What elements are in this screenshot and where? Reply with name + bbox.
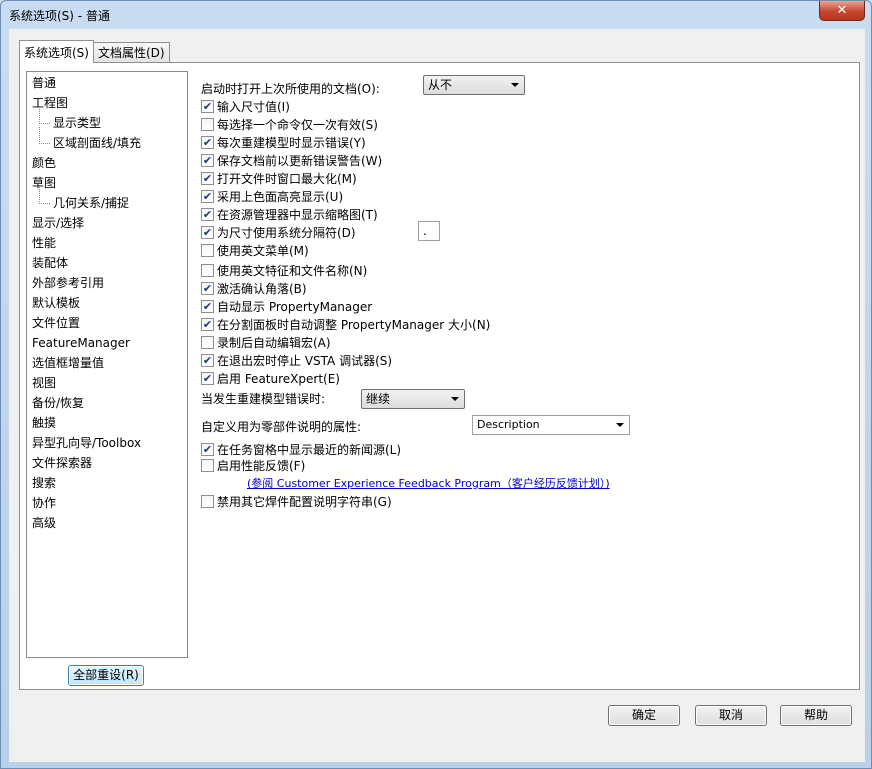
tree-item-display-selection[interactable]: 显示/选择	[27, 213, 187, 233]
checkbox[interactable]	[201, 263, 214, 277]
option-input-dimension[interactable]: ✔ 输入尺寸值(I)	[201, 97, 290, 115]
option-system-separator[interactable]: ✔ 为尺寸使用系统分隔符(D)	[201, 223, 356, 241]
checkbox[interactable]	[201, 458, 214, 472]
option-auto-show-propertymanager[interactable]: ✔ 自动显示 PropertyManager	[201, 297, 372, 315]
tree-item-spin-box-increments[interactable]: 选值框增量值	[27, 353, 187, 373]
help-button[interactable]: 帮助	[780, 705, 852, 726]
feedback-program-link-row[interactable]: (参阅 Customer Experience Feedback Program…	[247, 474, 610, 492]
checkbox-checked[interactable]: ✔	[201, 99, 214, 113]
tree-item-drawings[interactable]: 工程图	[27, 93, 187, 113]
tree-item-advanced[interactable]: 高级	[27, 513, 187, 533]
option-maximize-on-open[interactable]: ✔ 打开文件时窗口最大化(M)	[201, 169, 357, 187]
tree-item-display-style[interactable]: 显示类型	[27, 107, 187, 133]
close-button[interactable]: ✕	[819, 1, 865, 21]
dialog-client: 系统选项(S) 文档属性(D) 普通 工程图 显示类型 区域剖面线/填充 颜色 …	[9, 29, 865, 762]
tree-item-touch[interactable]: 触摸	[27, 413, 187, 433]
checkbox-checked[interactable]: ✔	[201, 371, 214, 385]
checkbox-checked[interactable]: ✔	[201, 135, 214, 149]
tree-item-general[interactable]: 普通	[27, 73, 187, 93]
tree-item-external-references[interactable]: 外部参考引用	[27, 273, 187, 293]
option-english-menus[interactable]: 使用英文菜单(M)	[201, 241, 309, 259]
separator-input[interactable]: .	[418, 221, 440, 241]
option-performance-feedback[interactable]: 启用性能反馈(F)	[201, 456, 305, 474]
checkbox-checked[interactable]: ✔	[201, 299, 214, 313]
ok-button[interactable]: 确定	[608, 705, 680, 726]
tree-item-relations-snaps[interactable]: 几何关系/捕捉	[27, 187, 187, 213]
tab-strip: 系统选项(S) 文档属性(D)	[19, 40, 170, 63]
checkbox[interactable]	[201, 335, 214, 349]
custom-property-select[interactable]: Description	[472, 415, 630, 435]
tree-item-sketch[interactable]: 草图	[27, 173, 187, 193]
checkbox[interactable]	[201, 243, 214, 257]
checkbox-checked[interactable]: ✔	[201, 171, 214, 185]
tab-panel: 普通 工程图 显示类型 区域剖面线/填充 颜色 草图 几何关系/捕捉 显示/选择…	[19, 62, 860, 690]
checkbox[interactable]	[201, 117, 214, 131]
checkbox-checked[interactable]: ✔	[201, 189, 214, 203]
option-explorer-thumbnails[interactable]: ✔ 在资源管理器中显示缩略图(T)	[201, 205, 378, 223]
option-english-feature-names[interactable]: 使用英文特征和文件名称(N)	[201, 261, 367, 279]
tree-item-file-explorer[interactable]: 文件探索器	[27, 453, 187, 473]
title-bar[interactable]: 系统选项(S) - 普通 ✕	[1, 1, 871, 29]
tab-document-properties[interactable]: 文档属性(D)	[92, 42, 170, 62]
option-warn-before-save[interactable]: ✔ 保存文档前以更新错误警告(W)	[201, 151, 382, 169]
tree-item-search[interactable]: 搜索	[27, 473, 187, 493]
chevron-down-icon	[511, 83, 519, 87]
tree-item-hole-wizard-toolbox[interactable]: 异型孔向导/Toolbox	[27, 433, 187, 453]
checkbox-checked[interactable]: ✔	[201, 225, 214, 239]
option-stop-vsta-debugger[interactable]: ✔ 在退出宏时停止 VSTA 调试器(S)	[201, 351, 392, 369]
custom-property-label: 自定义用为零部件说明的属性:	[201, 419, 362, 434]
reset-all-button[interactable]: 全部重设(R)	[68, 665, 144, 686]
tree-item-view[interactable]: 视图	[27, 373, 187, 393]
window-title: 系统选项(S) - 普通	[9, 9, 110, 23]
tree-item-collaboration[interactable]: 协作	[27, 493, 187, 513]
checkbox-checked[interactable]: ✔	[201, 442, 214, 456]
checkbox[interactable]	[201, 494, 214, 508]
option-auto-edit-macro[interactable]: 录制后自动编辑宏(A)	[201, 333, 331, 351]
option-confirmation-corner[interactable]: ✔ 激活确认角落(B)	[201, 279, 307, 297]
option-disable-weldment-strings[interactable]: 禁用其它焊件配置说明字符串(G)	[201, 492, 392, 510]
options-tree[interactable]: 普通 工程图 显示类型 区域剖面线/填充 颜色 草图 几何关系/捕捉 显示/选择…	[26, 71, 188, 658]
checkbox-checked[interactable]: ✔	[201, 207, 214, 221]
checkbox-checked[interactable]: ✔	[201, 281, 214, 295]
chevron-down-icon	[451, 397, 459, 401]
tab-system-options[interactable]: 系统选项(S)	[19, 40, 94, 63]
close-icon: ✕	[836, 3, 848, 18]
checkbox-checked[interactable]: ✔	[201, 353, 214, 367]
options-pane: 启动时打开上次所使用的文档(O): 从不 ✔ 输入尺寸值(I) 每选择一个命令仅一…	[201, 63, 851, 683]
tree-item-colors[interactable]: 颜色	[27, 153, 187, 173]
dialog-window: 系统选项(S) - 普通 ✕ 系统选项(S) 文档属性(D) 普通 工程图 显示…	[0, 0, 872, 769]
feedback-program-link[interactable]: (参阅 Customer Experience Feedback Program…	[247, 475, 610, 491]
tree-item-featuremanager[interactable]: FeatureManager	[27, 333, 187, 353]
tab-label: 系统选项(S)	[24, 45, 89, 60]
tree-item-area-hatch[interactable]: 区域剖面线/填充	[27, 127, 187, 153]
tab-label: 文档属性(D)	[97, 46, 165, 60]
tree-item-performance[interactable]: 性能	[27, 233, 187, 253]
open-last-docs-label: 启动时打开上次所使用的文档(O):	[201, 81, 380, 96]
tree-item-default-templates[interactable]: 默认模板	[27, 293, 187, 313]
checkbox-checked[interactable]: ✔	[201, 153, 214, 167]
tree-item-file-locations[interactable]: 文件位置	[27, 313, 187, 333]
option-auto-size-propertymanager[interactable]: ✔ 在分割面板时自动调整 PropertyManager 大小(N)	[201, 315, 490, 333]
option-single-command[interactable]: 每选择一个命令仅一次有效(S)	[201, 115, 378, 133]
tree-item-assemblies[interactable]: 装配体	[27, 253, 187, 273]
option-shaded-face-highlight[interactable]: ✔ 采用上色面高亮显示(U)	[201, 187, 343, 205]
rebuild-error-select[interactable]: 继续	[361, 389, 465, 409]
option-enable-featurexpert[interactable]: ✔ 启用 FeatureXpert(E)	[201, 369, 340, 387]
tree-item-backup-recover[interactable]: 备份/恢复	[27, 393, 187, 413]
rebuild-error-label: 当发生重建模型错误时:	[201, 391, 326, 406]
option-show-errors-rebuild[interactable]: ✔ 每次重建模型时显示错误(Y)	[201, 133, 366, 151]
chevron-down-icon	[616, 423, 624, 427]
cancel-button[interactable]: 取消	[695, 705, 767, 726]
checkbox-checked[interactable]: ✔	[201, 317, 214, 331]
open-last-docs-select[interactable]: 从不	[423, 75, 525, 95]
